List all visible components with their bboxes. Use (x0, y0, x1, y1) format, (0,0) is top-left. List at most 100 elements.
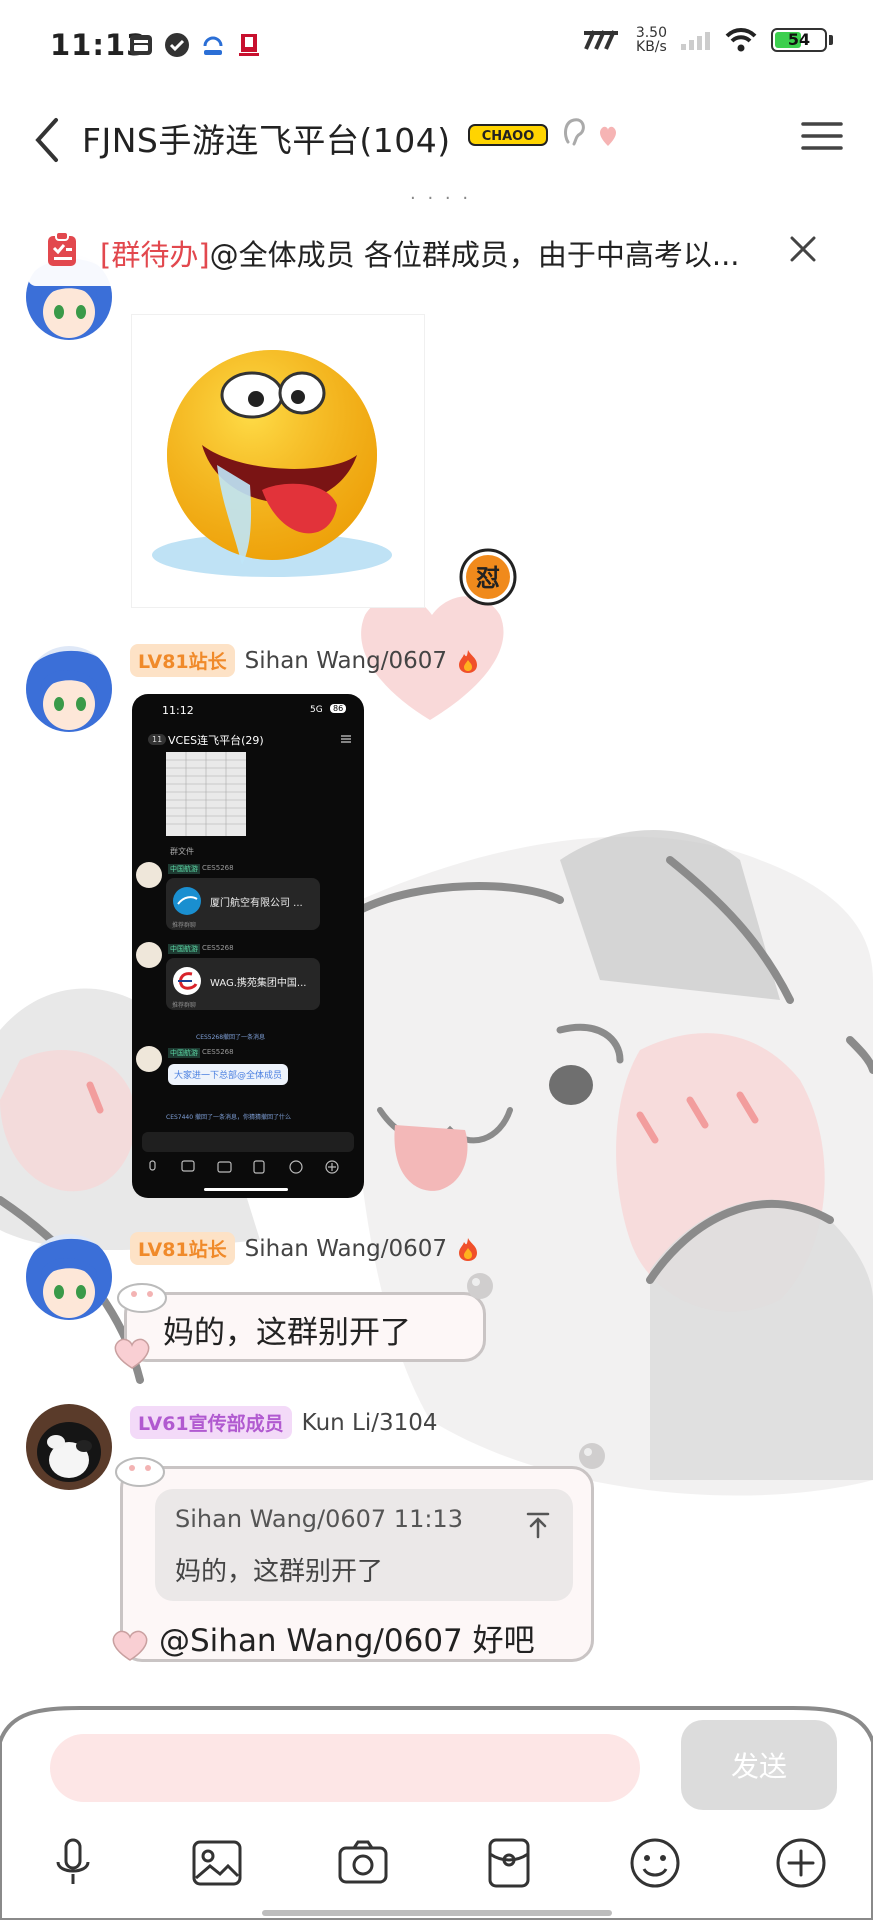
message-reply: LV61宣传部成员 Kun Li/3104 Sihan Wang/0607 11… (0, 1400, 873, 1670)
message-screenshot: LV81站长 Sihan Wang/0607 11:12 5G 86 11 VC… (0, 640, 873, 1200)
ss-card-1-sub: 推荐群聊 (172, 922, 197, 929)
cat-paw-decoration (467, 1273, 493, 1299)
ss-group-file-label: 群文件 (170, 847, 194, 856)
chat-title[interactable]: FJNS手游连飞平台(104) (82, 114, 451, 162)
ss-avatar-1 (136, 862, 162, 888)
sender-row: LV81站长 Sihan Wang/0607 (130, 644, 479, 677)
cat-paw-decoration (579, 1443, 605, 1469)
ss-user-3: CES5268 (202, 1048, 234, 1056)
chat-header: FJNS手游连飞平台(104) CHAOO (0, 96, 873, 192)
ss-input-box (142, 1132, 354, 1152)
jump-to-message-icon[interactable] (525, 1511, 551, 1539)
message-text-content: 妈的，这群别开了 (163, 1315, 411, 1351)
avatar[interactable] (26, 1234, 112, 1320)
ss-home-indicator (204, 1188, 288, 1191)
fire-icon (459, 1237, 478, 1261)
back-arrow-icon[interactable] (26, 110, 82, 170)
message-text-content: @Sihan Wang/0607 好吧 (159, 1623, 535, 1659)
close-icon[interactable] (788, 234, 818, 264)
microphone-icon[interactable] (46, 1836, 100, 1890)
battery-level: 54 (787, 30, 811, 49)
battery-cap (829, 35, 833, 45)
quoted-message[interactable]: Sihan Wang/0607 11:13 妈的，这群别开了 (155, 1489, 573, 1601)
ss-title: VCES连飞平台(29) (168, 734, 264, 747)
avatar[interactable] (26, 1404, 112, 1490)
ss-tag-3: 中国航游 (168, 1048, 200, 1058)
avatar[interactable] (26, 646, 112, 732)
ss-signal: 5G (310, 705, 323, 715)
ss-user-1: CES5268 (202, 864, 234, 872)
chat-screenshot-image[interactable]: 11:12 5G 86 11 VCES连飞平台(29) 群文件 中国航游 CES… (132, 694, 364, 1198)
plus-icon[interactable] (774, 1836, 828, 1890)
sender-name[interactable]: Kun Li/3104 (302, 1410, 438, 1436)
level-badge: LV81站长 (130, 1232, 235, 1265)
level-badge: LV81站长 (130, 644, 235, 677)
ss-tag-2: 中国航游 (168, 944, 200, 954)
sender-row: LV81站长 Sihan Wang/0607 (130, 1232, 479, 1265)
status-bar: 11:13 3.50 KB/s 54 (0, 0, 873, 96)
loading-dots: · · · · (410, 188, 472, 209)
emoji-icon[interactable] (628, 1836, 682, 1890)
sender-name[interactable]: Sihan Wang/0607 (245, 1236, 447, 1262)
cat-paw-decoration (117, 1283, 167, 1313)
quoted-text: 妈的，这群别开了 (175, 1557, 384, 1587)
message-input[interactable] (50, 1734, 640, 1802)
red-packet-icon[interactable] (482, 1836, 536, 1890)
chaoo-badge-text: CHAOO (482, 129, 535, 144)
message-sticker: 怼 (0, 254, 873, 612)
ss-card-2-title: WAG.携苑集团中国... (210, 978, 307, 989)
clipboard-icon (48, 231, 76, 266)
china-eastern-logo (173, 967, 201, 995)
ss-battery: 86 (330, 704, 347, 713)
ss-card-2-sub: 推荐群聊 (172, 1002, 197, 1009)
cat-paw-decoration (115, 1457, 165, 1487)
ss-toolbar (149, 1160, 339, 1174)
ss-tag-1: 中国航游 (168, 864, 200, 874)
fire-icon (459, 649, 478, 673)
notice-tag: [群待办] (100, 238, 210, 272)
ss-table-image (166, 752, 246, 836)
hamburger-menu-icon[interactable] (799, 116, 845, 156)
notice-text: [群待办]@全体成员 各位群成员，由于中高考以... (100, 232, 740, 274)
ss-status-time: 11:12 (162, 704, 194, 717)
ear-icon (564, 118, 585, 146)
check-circle-icon (165, 33, 189, 57)
image-icon[interactable] (190, 1836, 244, 1890)
status-right: 3.50 KB/s 54 (582, 26, 833, 54)
battery-indicator: 54 (771, 28, 827, 52)
input-area: 发送 (0, 1702, 873, 1920)
signal-icon (681, 32, 710, 50)
pink-heart-decoration (114, 1338, 150, 1369)
drooling-emoji-sticker[interactable] (131, 314, 425, 608)
send-button[interactable]: 发送 (681, 1720, 837, 1810)
xiamen-airlines-logo (173, 887, 201, 915)
message-bubble[interactable]: 妈的，这群别开了 (124, 1292, 486, 1362)
level-badge: LV61宣传部成员 (130, 1406, 292, 1439)
ss-recall-notice-1: CES5268撤回了一条消息 (196, 1034, 266, 1041)
quoted-meta: Sihan Wang/0607 11:13 (175, 1505, 463, 1533)
wifi-icon (725, 28, 757, 52)
ss-back-count: 11 (148, 734, 167, 745)
camera-icon[interactable] (336, 1836, 390, 1890)
home-indicator[interactable] (262, 1910, 612, 1916)
network-speed: 3.50 KB/s (636, 26, 667, 54)
network-speed-value: 3.50 (635, 25, 667, 41)
kfc-notification-icon (239, 34, 259, 56)
input-toolbar (0, 1836, 873, 1896)
ss-user-2: CES5268 (202, 944, 234, 952)
heart-icon (600, 126, 616, 146)
ss-card-1-title: 厦门航空有限公司 ... (210, 898, 303, 909)
message-text: LV81站长 Sihan Wang/0607 妈的，这群别开了 (0, 1228, 873, 1369)
gang-badge-icon: 怼 (459, 548, 517, 606)
sender-name[interactable]: Sihan Wang/0607 (245, 648, 447, 674)
ss-bubble-text: 大家进一下总部@全体成员 (168, 1064, 289, 1085)
message-bubble[interactable]: Sihan Wang/0607 11:13 妈的，这群别开了 @Sihan Wa… (120, 1466, 594, 1662)
app-notification-icon (203, 36, 223, 55)
ss-menu-icon (341, 735, 351, 743)
group-todo-notice[interactable]: [群待办]@全体成员 各位群成员，由于中高考以... (28, 216, 836, 286)
gang-badge-text: 怼 (476, 564, 500, 592)
sender-row: LV61宣传部成员 Kun Li/3104 (130, 1406, 438, 1439)
ss-avatar-3 (136, 1046, 162, 1072)
notification-icons (128, 32, 262, 58)
notice-body: @全体成员 各位群成员，由于中高考以... (209, 238, 740, 272)
